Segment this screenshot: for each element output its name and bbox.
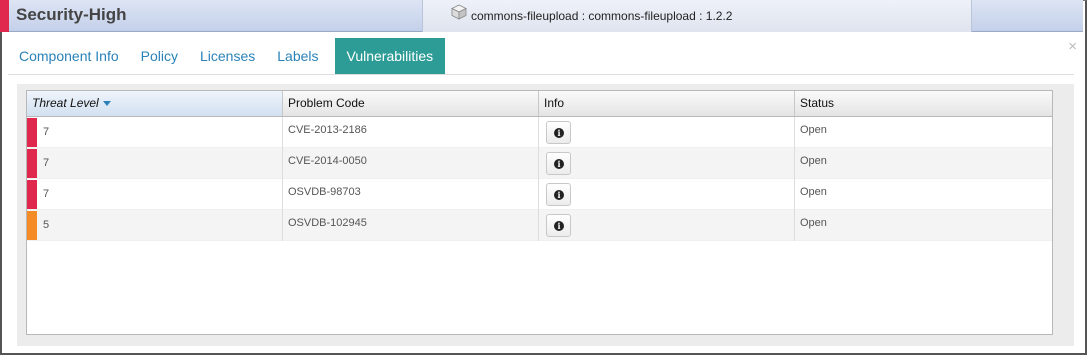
policy-title: Security-High	[16, 5, 127, 24]
component-header: commons-fileupload : commons-fileupload …	[422, 0, 972, 32]
column-label: Status	[800, 96, 835, 110]
threat-level-value: 7	[43, 157, 50, 169]
table-row[interactable]: 7 OSVDB-98703 i Open	[27, 179, 1052, 210]
tab-divider	[8, 74, 1074, 75]
problem-code-cell: CVE-2014-0050	[283, 148, 539, 179]
threat-color-swatch	[27, 211, 37, 240]
problem-code-cell: OSVDB-102945	[283, 210, 539, 241]
info-button[interactable]: i	[546, 183, 571, 206]
column-header-info[interactable]: Info	[539, 91, 795, 116]
sort-descending-icon	[102, 101, 111, 107]
package-box-icon	[451, 4, 467, 20]
component-coordinates: commons-fileupload : commons-fileupload …	[471, 9, 733, 23]
column-header-status[interactable]: Status	[795, 91, 1052, 116]
table-row[interactable]: 7 CVE-2014-0050 i Open	[27, 148, 1052, 179]
problem-code-cell: OSVDB-98703	[283, 179, 539, 210]
tab-labels[interactable]: Labels	[266, 38, 329, 74]
table-row[interactable]: 5 OSVDB-102945 i Open	[27, 210, 1052, 241]
column-label: Problem Code	[288, 96, 365, 110]
threat-level-cell: 5	[27, 210, 283, 241]
status-cell: Open	[800, 186, 827, 198]
info-cell: i	[539, 179, 795, 210]
info-cell: i	[539, 210, 795, 241]
grid-header: Threat Level Problem Code Info Status	[27, 91, 1052, 117]
threat-level-value: 5	[43, 219, 50, 231]
column-header-problem-code[interactable]: Problem Code	[283, 91, 539, 116]
info-icon: i	[554, 159, 564, 169]
tab-component-info[interactable]: Component Info	[8, 38, 130, 74]
info-icon: i	[554, 190, 564, 200]
threat-color-swatch	[27, 180, 37, 209]
threat-level-cell: 7	[27, 117, 283, 148]
threat-level-cell: 7	[27, 148, 283, 179]
threat-level-value: 7	[43, 188, 50, 200]
info-icon: i	[554, 128, 564, 138]
severity-indicator	[0, 0, 9, 32]
info-cell: i	[539, 148, 795, 179]
tab-licenses[interactable]: Licenses	[189, 38, 266, 74]
status-cell: Open	[800, 155, 827, 167]
threat-level-cell: 7	[27, 179, 283, 210]
vulnerabilities-grid: Threat Level Problem Code Info Status 7 …	[26, 90, 1053, 335]
problem-code-cell: CVE-2013-2186	[283, 117, 539, 148]
info-button[interactable]: i	[546, 121, 571, 144]
tab-bar: Component Info Policy Licenses Labels Vu…	[8, 38, 446, 74]
status-cell: Open	[800, 217, 827, 229]
status-cell: Open	[800, 124, 827, 136]
column-label: Threat Level	[32, 96, 99, 110]
dialog-header: Security-High commons-fileupload : commo…	[0, 0, 1083, 32]
table-row[interactable]: 7 CVE-2013-2186 i Open	[27, 117, 1052, 148]
close-icon[interactable]: ×	[1068, 38, 1077, 55]
threat-color-swatch	[27, 118, 37, 147]
tab-policy[interactable]: Policy	[130, 38, 189, 74]
threat-color-swatch	[27, 149, 37, 178]
info-icon: i	[554, 221, 564, 231]
info-button[interactable]: i	[546, 152, 571, 175]
info-button[interactable]: i	[546, 214, 571, 237]
info-cell: i	[539, 117, 795, 148]
threat-level-value: 7	[43, 126, 50, 138]
tab-vulnerabilities[interactable]: Vulnerabilities	[334, 38, 446, 74]
column-label: Info	[544, 96, 565, 110]
column-header-threat-level[interactable]: Threat Level	[27, 91, 283, 116]
